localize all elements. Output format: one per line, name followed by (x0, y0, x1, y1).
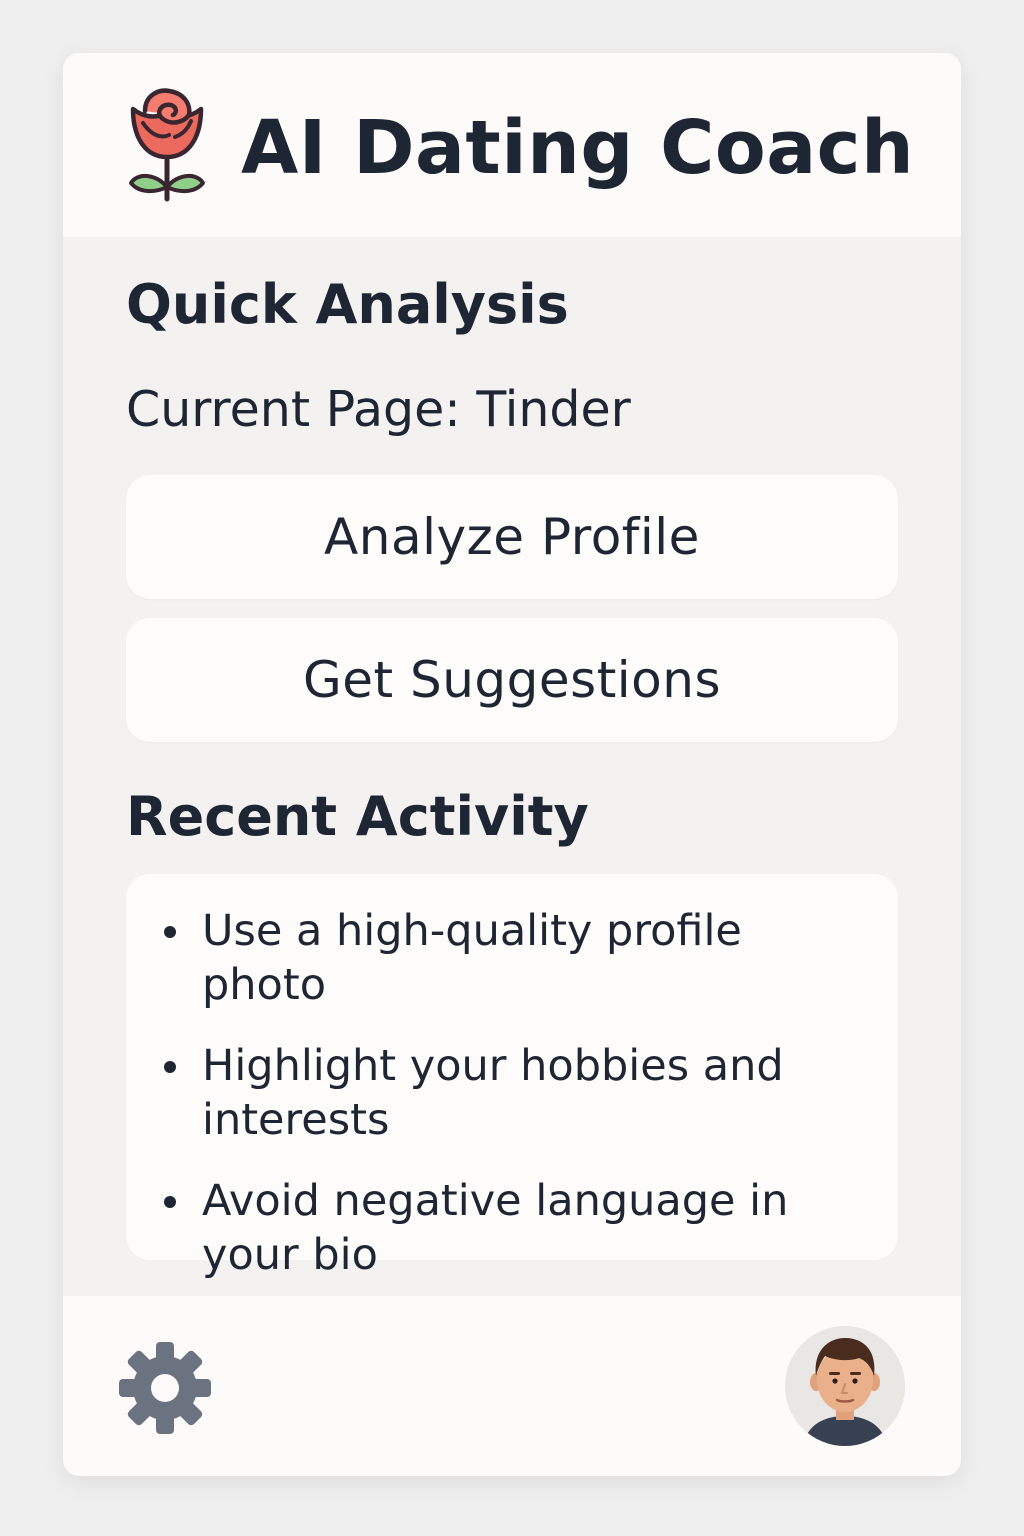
header: AI Dating Coach (63, 53, 961, 237)
avatar-icon (803, 1338, 887, 1446)
list-item: Use a high-quality profile photo (160, 904, 870, 1012)
user-avatar[interactable] (785, 1326, 905, 1446)
bullet-icon (164, 926, 176, 938)
app-title: AI Dating Coach (241, 105, 915, 191)
list-item-text: Highlight your hobbies and interests (202, 1041, 784, 1145)
list-item: Avoid negative language in your bio (160, 1174, 870, 1282)
current-page-label: Current Page: Tinder (126, 381, 631, 438)
get-suggestions-button[interactable]: Get Suggestions (126, 618, 898, 742)
list-item: Highlight your hobbies and interests (160, 1039, 870, 1147)
list-item-text: Use a high-quality profile photo (202, 906, 742, 1010)
bullet-icon (164, 1061, 176, 1073)
analyze-profile-button[interactable]: Analyze Profile (126, 475, 898, 599)
recent-activity-heading: Recent Activity (126, 785, 589, 848)
bullet-icon (164, 1196, 176, 1208)
activity-list: Use a high-quality profile photo Highlig… (160, 904, 870, 1309)
list-item-text: Avoid negative language in your bio (202, 1176, 789, 1280)
quick-analysis-heading: Quick Analysis (126, 273, 569, 336)
recent-activity-card: Use a high-quality profile photo Highlig… (126, 874, 898, 1280)
gear-icon[interactable] (117, 1340, 213, 1436)
extension-panel: AI Dating Coach Quick Analysis Current P… (63, 53, 961, 1476)
footer (63, 1296, 961, 1476)
rose-icon (129, 88, 205, 202)
